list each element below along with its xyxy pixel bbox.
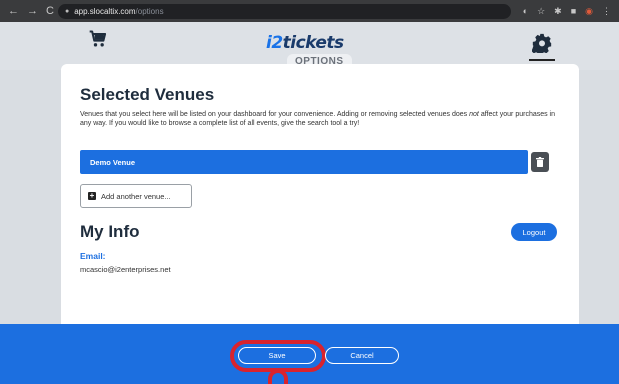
selected-venues-heading: Selected Venues: [80, 85, 215, 104]
email-value: mcascio@i2enterprises.net: [80, 265, 171, 274]
options-card: Selected Venues Venues that you select h…: [61, 64, 579, 326]
my-info-heading: My Info: [80, 222, 140, 241]
active-tab-indicator: [529, 59, 555, 61]
reload-icon[interactable]: C: [46, 5, 54, 17]
forward-icon[interactable]: →: [27, 5, 38, 17]
highlight-annotation-tail: [268, 369, 288, 384]
extension-icon[interactable]: ◐: [523, 6, 528, 16]
venue-name: Demo Venue: [90, 158, 136, 167]
add-venue-button[interactable]: + Add another venue...: [80, 184, 192, 208]
browser-extensions: ◐ ☆ ✱ ■ ◉ ⋮: [523, 6, 611, 17]
window-icon[interactable]: ■: [571, 6, 576, 16]
cancel-button[interactable]: Cancel: [325, 347, 399, 364]
venues-description: Venues that you select here will be list…: [80, 111, 556, 127]
app-header: i2tickets OPTIONS: [0, 22, 619, 70]
profile-icon[interactable]: ◉: [585, 6, 593, 17]
app-logo[interactable]: i2tickets: [266, 33, 344, 53]
address-bar[interactable]: ● app.slocaltix.com/options: [57, 3, 511, 19]
lock-icon: ●: [64, 7, 70, 15]
plus-icon: +: [88, 191, 96, 200]
add-venue-label: Add another venue...: [101, 191, 171, 201]
footer-bar: Save Cancel: [0, 324, 619, 384]
browser-nav: ← → C: [8, 5, 54, 17]
puzzle-icon[interactable]: ✱: [554, 6, 562, 17]
logout-button[interactable]: Logout: [511, 223, 557, 241]
remove-venue-button[interactable]: [531, 152, 549, 172]
venue-item[interactable]: Demo Venue: [80, 150, 528, 174]
back-icon[interactable]: ←: [8, 5, 19, 17]
email-label: Email:: [80, 251, 106, 261]
bookmark-star-icon[interactable]: ☆: [537, 6, 545, 17]
menu-dots-icon[interactable]: ⋮: [602, 6, 611, 17]
save-button[interactable]: Save: [238, 347, 316, 364]
url-host: app.slocaltix.com: [74, 6, 136, 16]
browser-toolbar: ← → C ● app.slocaltix.com/options ◐ ☆ ✱ …: [0, 0, 619, 22]
cart-icon[interactable]: [88, 29, 108, 49]
gear-icon[interactable]: [532, 33, 552, 53]
trash-icon: [536, 157, 544, 167]
url-path: /options: [135, 6, 164, 16]
